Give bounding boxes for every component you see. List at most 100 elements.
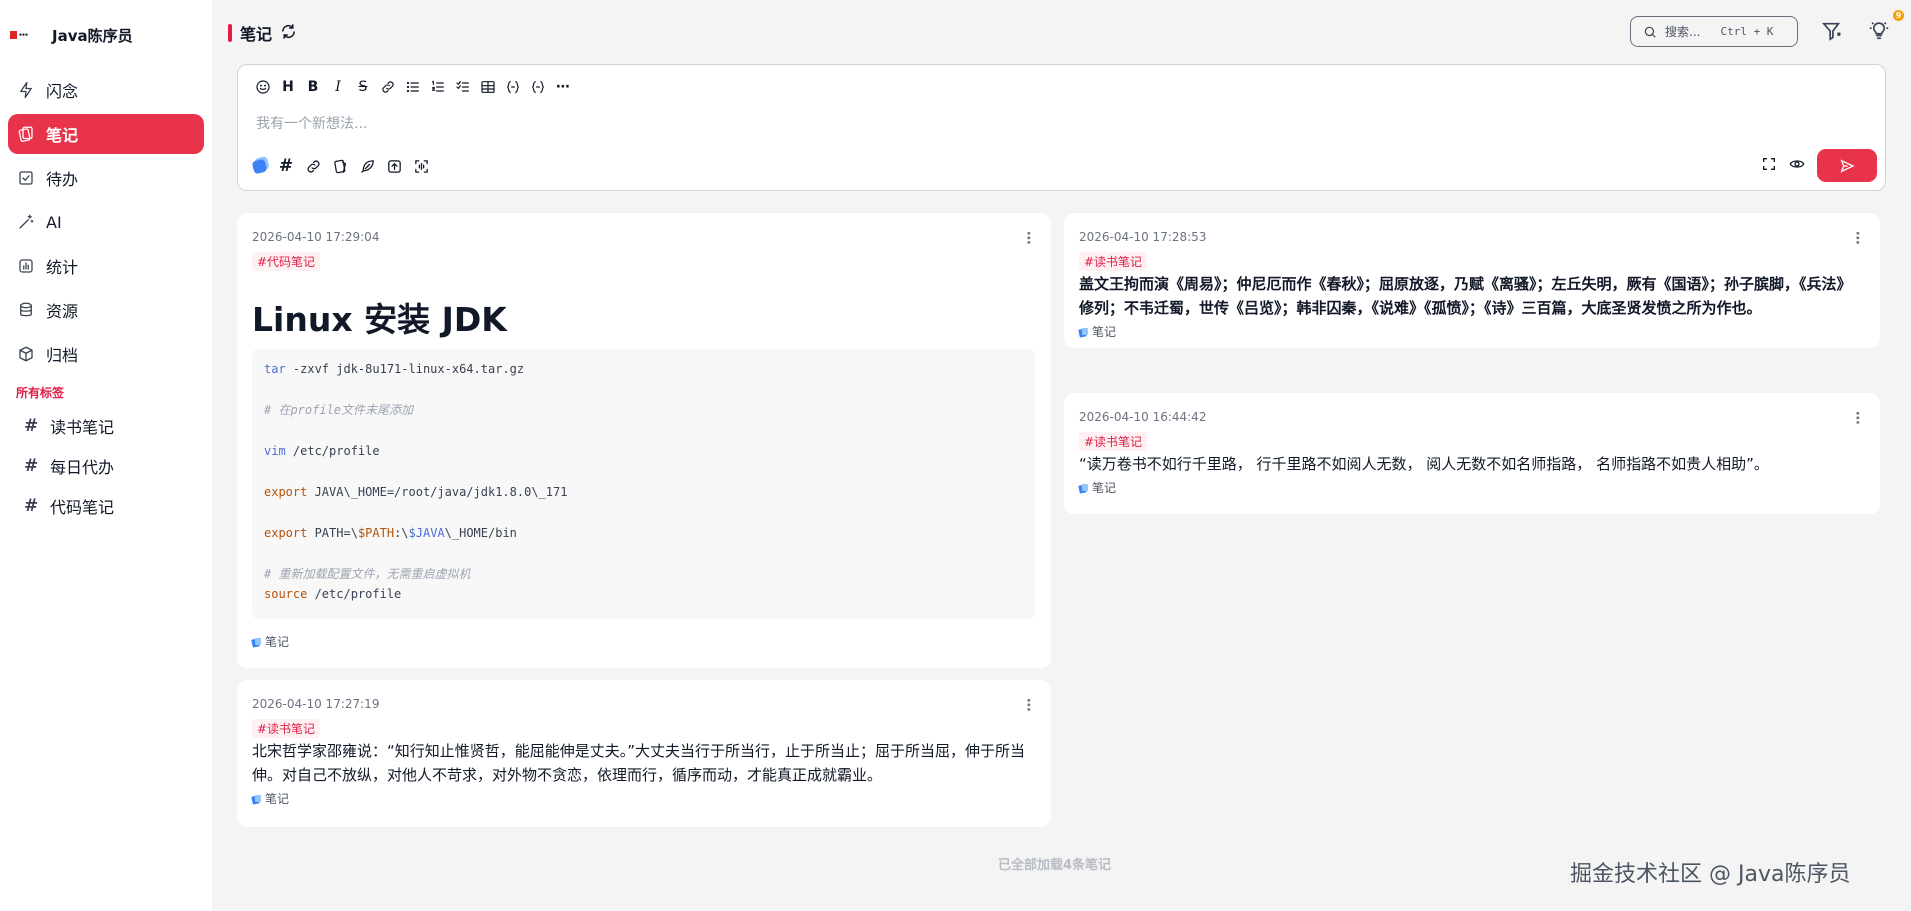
bullet-list-icon[interactable] <box>404 78 422 96</box>
note-icon <box>1078 327 1089 338</box>
nav-item-notes[interactable]: 笔记 <box>8 114 204 154</box>
tags-heading: 所有标签 <box>16 386 65 400</box>
note-icon <box>251 637 262 648</box>
search-button[interactable]: 搜索... Ctrl + K <box>1630 16 1798 47</box>
card-footer: 笔记 <box>1078 323 1864 340</box>
fullscreen-icon[interactable] <box>1761 156 1777 176</box>
tag-badge[interactable]: #读书笔记 <box>1079 432 1148 451</box>
italic-button[interactable]: I <box>329 78 347 96</box>
color-blob-icon[interactable] <box>250 157 268 175</box>
nav-item-resources[interactable]: 资源 <box>8 290 204 330</box>
code-comment: # 在profile文件末尾添加 <box>264 403 414 417</box>
brand-logo: ▪▪▪ <box>10 30 36 40</box>
lightbulb-icon[interactable] <box>1868 19 1890 45</box>
nav-item-label: AI <box>46 212 62 232</box>
main-nav: 闪念 笔记 待办 AI 统计 资源 归档 <box>0 70 212 374</box>
page-title: 笔记 <box>228 21 297 45</box>
note-icon <box>251 794 262 805</box>
note-card[interactable]: 2026-04-10 17:28:53 ⋯ #读书笔记 盖文王拘而演《周易》；仲… <box>1064 213 1880 348</box>
nav-item-flash[interactable]: 闪念 <box>8 70 204 110</box>
tag-hash-button[interactable]: # <box>277 156 295 176</box>
hash-icon: # <box>24 456 39 476</box>
box-icon <box>16 344 36 364</box>
filter-icon[interactable] <box>1821 20 1843 46</box>
tag-item-reading[interactable]: # 读书笔记 <box>0 406 212 446</box>
code-block-icon[interactable] <box>529 78 547 96</box>
card-footer-label: 笔记 <box>265 792 290 806</box>
more-vertical-icon[interactable]: ⋯ <box>1020 698 1036 711</box>
editor-right-actions <box>1761 149 1877 182</box>
watermark: 掘金技术社区 @ Java陈序员 <box>1570 862 1851 887</box>
more-options-button[interactable]: ⋯ <box>554 78 572 96</box>
tag-item-code[interactable]: # 代码笔记 <box>0 486 212 526</box>
card-timestamp: 2026-04-10 17:27:19 <box>252 697 380 711</box>
note-card[interactable]: 2026-04-10 17:29:04 ⋯ #代码笔记 Linux 安装 JDK… <box>237 213 1051 668</box>
hash-icon: # <box>24 416 39 436</box>
checklist-icon[interactable] <box>454 78 472 96</box>
editor-toolbar: H B I S ⋯ <box>254 78 572 96</box>
nav-item-label: 待办 <box>46 170 79 189</box>
editor-input[interactable]: 我有一个新想法... <box>256 113 367 133</box>
nav-item-label: 资源 <box>46 302 79 321</box>
code-line: vim /etc/profile <box>264 444 380 458</box>
nav-item-label: 归档 <box>46 346 79 365</box>
sidebar: ▪▪▪ Java陈序员 闪念 笔记 待办 AI 统计 资源 归档 所有标签 # … <box>0 0 212 911</box>
feather-icon[interactable] <box>358 157 376 175</box>
brand[interactable]: ▪▪▪ Java陈序员 <box>0 0 212 70</box>
nav-item-ai[interactable]: AI <box>8 202 204 242</box>
note-card[interactable]: 2026-04-10 17:27:19 ⋯ #读书笔记 北宋哲学家邵雍说：“知行… <box>237 680 1051 827</box>
preview-eye-icon[interactable] <box>1789 156 1805 176</box>
bold-button[interactable]: B <box>304 78 322 96</box>
note-icon <box>1078 483 1089 494</box>
link-icon[interactable] <box>304 157 322 175</box>
send-button[interactable] <box>1817 149 1877 182</box>
tag-item-daily-todo[interactable]: # 每日代办 <box>0 446 212 486</box>
table-icon[interactable] <box>479 78 497 96</box>
notification-badge: 9 <box>1893 10 1904 21</box>
tag-badge[interactable]: #代码笔记 <box>252 252 321 271</box>
card-text: 北宋哲学家邵雍说：“知行知止惟贤哲，能屈能伸是丈夫。”大丈夫当行于所当行，止于所… <box>252 742 1026 784</box>
nav-item-stats[interactable]: 统计 <box>8 246 204 286</box>
nav-item-archive[interactable]: 归档 <box>8 334 204 374</box>
send-icon <box>1840 158 1855 173</box>
code-comment: # 重新加载配置文件，无需重启虚拟机 <box>264 567 471 581</box>
title-accent-bar <box>228 24 232 42</box>
nav-item-label: 闪念 <box>46 82 79 101</box>
card-footer: 笔记 <box>251 790 1035 807</box>
magic-wand-icon <box>16 212 36 232</box>
nav-item-todo[interactable]: 待办 <box>8 158 204 198</box>
header: 笔记 搜索... Ctrl + K 9 <box>212 0 1911 64</box>
card-timestamp: 2026-04-10 17:28:53 <box>1079 230 1207 244</box>
strikethrough-button[interactable]: S <box>354 78 372 96</box>
heading-button[interactable]: H <box>279 78 297 96</box>
card-footer: 笔记 <box>1078 479 1864 496</box>
tag-badge[interactable]: #读书笔记 <box>252 719 321 738</box>
note-title: Linux 安装 JDK <box>252 300 507 339</box>
card-text: “读万卷书不如行千里路， 行千里路不如阅人无数， 阅人无数不如名师指路， 名师指… <box>1079 455 1769 473</box>
database-icon <box>16 300 36 320</box>
note-editor: H B I S ⋯ 我有一个新想法... # <box>237 64 1886 191</box>
emoji-icon[interactable] <box>254 78 272 96</box>
search-icon <box>1644 26 1656 38</box>
search-placeholder: 搜索... <box>1665 25 1701 39</box>
card-footer-label: 笔记 <box>265 635 290 649</box>
more-vertical-icon[interactable]: ⋯ <box>1849 411 1865 424</box>
more-vertical-icon[interactable]: ⋯ <box>1849 231 1865 244</box>
ordered-list-icon[interactable] <box>429 78 447 96</box>
todo-icon <box>16 168 36 188</box>
upload-icon[interactable] <box>385 157 403 175</box>
more-vertical-icon[interactable]: ⋯ <box>1020 231 1036 244</box>
tag-item-label: 代码笔记 <box>50 498 115 517</box>
tag-item-label: 每日代办 <box>50 458 115 477</box>
tag-badge[interactable]: #读书笔记 <box>1079 252 1148 271</box>
page-title-text: 笔记 <box>240 25 273 44</box>
notebook-icon[interactable] <box>331 157 349 175</box>
card-meta: 2026-04-10 17:27:19 ⋯ <box>252 696 1036 712</box>
notes-icon <box>16 124 36 144</box>
code-icon[interactable] <box>504 78 522 96</box>
chart-icon <box>16 256 36 276</box>
voice-icon[interactable] <box>412 157 430 175</box>
refresh-icon[interactable] <box>280 23 297 44</box>
link-icon[interactable] <box>379 78 397 96</box>
note-card[interactable]: 2026-04-10 16:44:42 ⋯ #读书笔记 “读万卷书不如行千里路，… <box>1064 393 1880 514</box>
